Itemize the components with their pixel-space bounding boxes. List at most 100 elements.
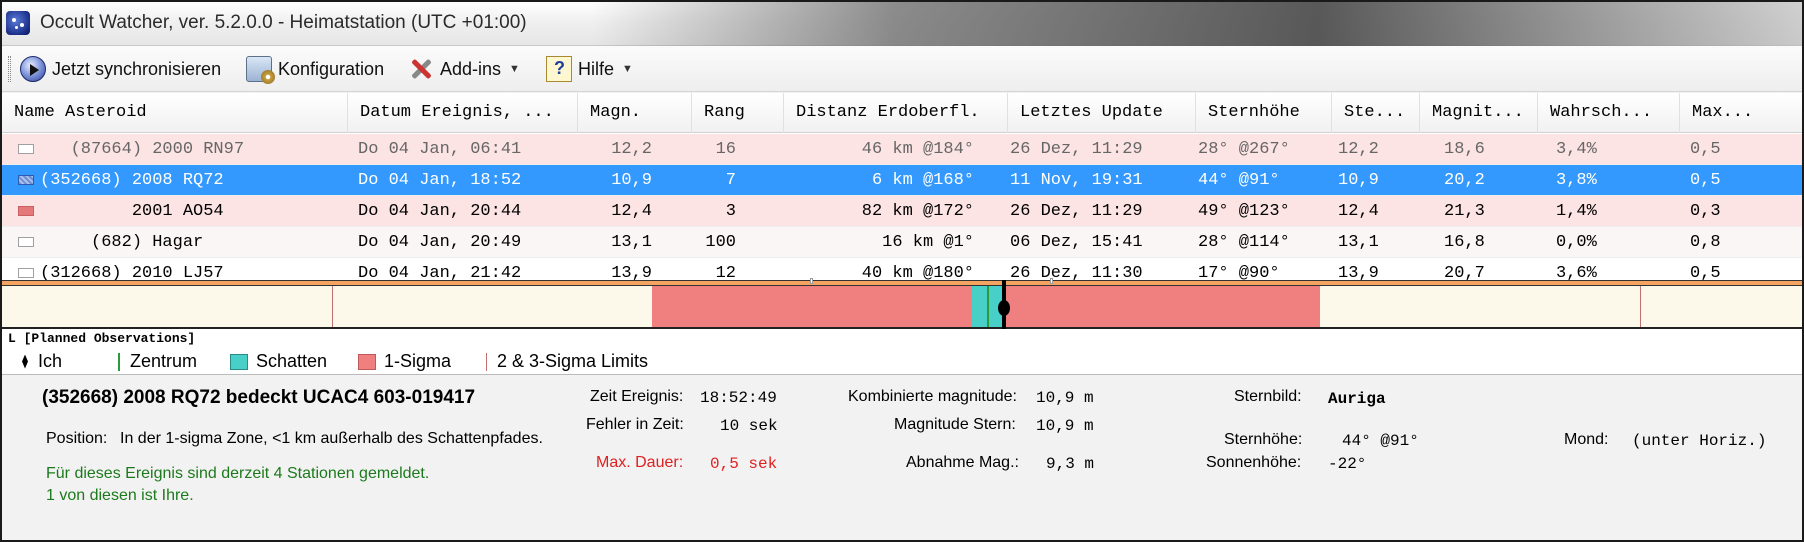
cell-star-mag: 12,2 — [1338, 140, 1379, 159]
column-header-max-duration[interactable]: Max... — [1680, 93, 1802, 133]
cell-star-altitude: 28° @267° — [1198, 140, 1290, 159]
row-checkbox[interactable] — [18, 206, 34, 216]
shadow-swatch-icon — [230, 353, 248, 370]
table-row[interactable]: 2001 AO54 Do 04 Jan, 20:44 12,4 3 82 km … — [2, 196, 1802, 227]
help-menu-button[interactable]: Hilfe ▼ — [546, 54, 633, 84]
sigma-swatch-icon — [358, 353, 376, 370]
column-header-date[interactable]: Datum Ereignis, ... — [348, 93, 578, 133]
cell-rang: 16 — [715, 140, 736, 159]
cell-date: Do 04 Jan, 18:52 — [358, 171, 522, 190]
column-header-magnitude[interactable]: Magnit... — [1420, 93, 1538, 133]
cell-probability: 3,8% — [1556, 171, 1597, 190]
cell-star-mag: 10,9 — [1338, 171, 1379, 190]
max-duration-label: Max. Dauer: — [596, 454, 684, 471]
play-circle-icon — [20, 56, 46, 82]
cell-name: (682) Hagar — [40, 233, 204, 252]
sun-altitude-value: -22° — [1328, 455, 1367, 473]
legend: L [Planned Observations] Ich Zentrum Sch… — [2, 329, 1802, 375]
legend-me-label: Ich — [38, 351, 63, 371]
cell-star-altitude: 49° @123° — [1198, 202, 1290, 221]
magnitude-drop-label: Abnahme Mag.: — [906, 454, 1019, 471]
table-row-selected[interactable]: (352668) 2008 RQ72 Do 04 Jan, 18:52 10,9… — [2, 165, 1802, 196]
legend-shadow: Schatten — [230, 351, 327, 372]
cell-distance: 40 km @180° — [861, 264, 974, 280]
cell-rang: 12 — [715, 264, 736, 280]
cell-magnitude: 16,8 — [1444, 233, 1485, 252]
sun-altitude-label: Sonnenhöhe: — [1206, 454, 1302, 471]
table-row[interactable]: (682) Hagar Do 04 Jan, 20:49 13,1 100 16… — [2, 227, 1802, 258]
addins-menu-button[interactable]: Add-ins ▼ — [408, 54, 520, 84]
cell-star-mag: 12,4 — [1338, 202, 1379, 221]
cell-star-altitude: 17° @90° — [1198, 264, 1280, 280]
cell-last-update: 26 Dez, 11:30 — [1010, 264, 1143, 280]
cell-magnitude: 20,2 — [1444, 171, 1485, 190]
cell-probability: 0,0% — [1556, 233, 1597, 252]
cell-magnitude: 21,3 — [1444, 202, 1485, 221]
constellation-value: Auriga — [1328, 390, 1386, 408]
events-grid[interactable]: Name Asteroid Datum Ereignis, ... Magn. … — [2, 93, 1802, 280]
column-header-star-altitude[interactable]: Sternhöhe — [1196, 93, 1332, 133]
moon-value: (unter Horiz.) — [1632, 432, 1767, 450]
cell-date: Do 04 Jan, 21:42 — [358, 264, 522, 280]
cell-last-update: 26 Dez, 11:29 — [1010, 140, 1143, 159]
cell-magnitude: 20,7 — [1444, 264, 1485, 280]
cell-last-update: 06 Dez, 15:41 — [1010, 233, 1143, 252]
star-altitude-value: 44° @91° — [1342, 432, 1419, 450]
sync-label: Jetzt synchronisieren — [52, 58, 222, 79]
table-row[interactable]: (312668) 2010 LJ57 Do 04 Jan, 21:42 13,9… — [2, 258, 1802, 280]
legend-one-sigma-label: 1-Sigma — [384, 351, 452, 371]
moon-label: Mond: — [1564, 431, 1609, 448]
row-checkbox[interactable] — [18, 237, 34, 247]
toolbar: Jetzt synchronisieren Konfiguration Add-… — [2, 46, 1802, 92]
row-checkbox[interactable] — [18, 144, 34, 154]
center-line — [987, 286, 989, 327]
column-header-probability[interactable]: Wahrsch... — [1538, 93, 1680, 133]
event-title: (352668) 2008 RQ72 bedeckt UCAC4 603-019… — [42, 387, 476, 408]
star-altitude-label: Sternhöhe: — [1224, 431, 1303, 448]
row-checkbox[interactable] — [18, 268, 34, 278]
help-label: Hilfe — [578, 58, 615, 79]
config-label: Konfiguration — [278, 58, 385, 79]
cell-name: (87664) 2000 RN97 — [40, 140, 245, 159]
row-checkbox[interactable] — [18, 175, 34, 185]
legend-me: Ich — [20, 351, 62, 372]
chevron-down-icon: ▼ — [509, 63, 520, 75]
column-header-magn[interactable]: Magn. — [578, 93, 692, 133]
cell-rang: 7 — [725, 171, 736, 190]
cell-max-duration: 0,5 — [1690, 171, 1721, 190]
cell-date: Do 04 Jan, 20:49 — [358, 233, 522, 252]
chevron-down-icon: ▼ — [622, 63, 633, 75]
column-header-name[interactable]: Name Asteroid — [2, 93, 348, 133]
title-bar: Occult Watcher, ver. 5.2.0.0 - Heimatsta… — [2, 2, 1802, 46]
station-tick — [1050, 278, 1053, 284]
toolbar-grip[interactable] — [8, 56, 11, 82]
column-header-distance[interactable]: Distanz Erdoberfl. — [784, 93, 1008, 133]
cell-name: (352668) 2008 RQ72 — [40, 171, 224, 190]
cell-last-update: 11 Nov, 19:31 — [1010, 171, 1143, 190]
legend-limits: 2 & 3-Sigma Limits — [486, 351, 648, 372]
sigma-limit-line — [1640, 286, 1641, 327]
app-logo-icon — [6, 11, 30, 35]
shadow-path-strip — [2, 278, 1802, 332]
cell-name: (312668) 2010 LJ57 — [40, 264, 224, 280]
cell-probability: 3,6% — [1556, 264, 1597, 280]
legend-center-label: Zentrum — [130, 351, 198, 371]
sigma-limit-line — [332, 286, 333, 327]
column-header-last-update[interactable]: Letztes Update — [1008, 93, 1196, 133]
tools-icon — [408, 56, 434, 82]
table-row[interactable]: (87664) 2000 RN97 Do 04 Jan, 06:41 12,2 … — [2, 134, 1802, 165]
cell-magn: 12,2 — [611, 140, 652, 159]
column-header-star-mag[interactable]: Ste... — [1332, 93, 1420, 133]
occult-watcher-window: Occult Watcher, ver. 5.2.0.0 - Heimatsta… — [0, 0, 1804, 542]
column-header-rang[interactable]: Rang — [692, 93, 784, 133]
cell-distance: 82 km @172° — [861, 202, 974, 221]
sync-button[interactable]: Jetzt synchronisieren — [20, 54, 221, 84]
stations-yours: 1 von diesen ist Ihre. — [46, 487, 194, 504]
cell-name: 2001 AO54 — [40, 202, 224, 221]
config-button[interactable]: Konfiguration — [246, 54, 384, 84]
cell-probability: 3,4% — [1556, 140, 1597, 159]
my-station-marker — [998, 280, 1010, 332]
star-magnitude-label: Magnitude Stern: — [894, 416, 1016, 433]
diamond-marker-icon — [20, 354, 30, 370]
limit-line-icon — [486, 352, 487, 371]
